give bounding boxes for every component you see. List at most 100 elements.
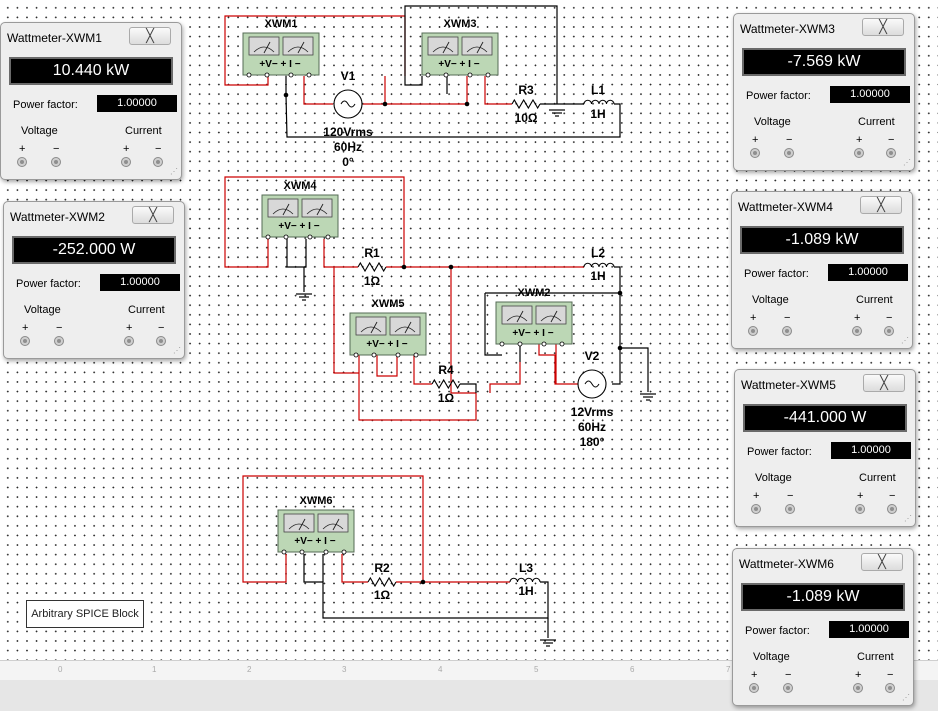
meter-terminal-labels: +V− + I − xyxy=(294,536,335,547)
ruler-tick: 2 xyxy=(247,665,252,674)
wattmeter-window-xwm4[interactable]: Wattmeter-XWM4 ╳ -1.089 kW Power factor:… xyxy=(731,191,913,349)
power-factor-label: Power factor: xyxy=(16,278,81,290)
source-name: V1 xyxy=(341,69,356,83)
voltage-plus-terminal[interactable] xyxy=(750,148,760,158)
current-plus-terminal[interactable] xyxy=(852,326,862,336)
window-title: Wattmeter-XWM6 xyxy=(739,557,834,571)
current-minus-terminal[interactable] xyxy=(153,157,163,167)
meter-pin xyxy=(283,234,289,240)
wattmeter-window-xwm3[interactable]: Wattmeter-XWM3 ╳ -7.569 kW Power factor:… xyxy=(733,13,915,171)
wire-black xyxy=(620,347,649,392)
resize-grip-icon[interactable]: ⋰ xyxy=(170,167,178,176)
wattmeter-window-xwm6[interactable]: Wattmeter-XWM6 ╳ -1.089 kW Power factor:… xyxy=(732,548,914,706)
current-plus-terminal[interactable] xyxy=(121,157,131,167)
close-button[interactable]: ╳ xyxy=(132,206,174,224)
voltage-minus-terminal[interactable] xyxy=(782,326,792,336)
voltage-plus-sign: + xyxy=(752,134,759,146)
current-plus-sign: + xyxy=(857,490,864,502)
power-readout: -7.569 kW xyxy=(742,48,906,76)
voltage-minus-terminal[interactable] xyxy=(54,336,64,346)
power-readout: -252.000 W xyxy=(12,236,176,264)
resistor-name: R1 xyxy=(364,246,380,260)
resize-grip-icon[interactable]: ⋰ xyxy=(902,693,910,702)
wattmeter-window-xwm2[interactable]: Wattmeter-XWM2 ╳ -252.000 W Power factor… xyxy=(3,201,185,359)
voltage-minus-sign: − xyxy=(787,490,794,502)
wire-black xyxy=(286,239,305,292)
source-phase: 0° xyxy=(342,155,354,169)
meter-pin xyxy=(306,72,312,78)
voltage-plus-terminal[interactable] xyxy=(17,157,27,167)
inductor-value: 1H xyxy=(518,584,533,598)
inductor-symbol xyxy=(583,99,615,105)
meter-pin xyxy=(353,352,359,358)
voltage-plus-terminal[interactable] xyxy=(749,683,759,693)
ruler-tick: 6 xyxy=(630,665,635,674)
resistor-name: R3 xyxy=(518,83,534,97)
inductor-symbol xyxy=(583,262,615,268)
close-button[interactable]: ╳ xyxy=(860,196,902,214)
meter-pin xyxy=(395,352,401,358)
meter-terminal-labels: +V− + I − xyxy=(438,59,479,70)
voltage-label: Voltage xyxy=(21,125,58,137)
voltage-plus-terminal[interactable] xyxy=(748,326,758,336)
spice-block[interactable]: Arbitrary SPICE Block xyxy=(26,600,144,628)
voltage-minus-terminal[interactable] xyxy=(51,157,61,167)
wire-red xyxy=(303,76,333,105)
current-plus-terminal[interactable] xyxy=(855,504,865,514)
voltage-plus-sign: + xyxy=(750,312,757,324)
current-minus-terminal[interactable] xyxy=(887,504,897,514)
meter-pin xyxy=(325,234,331,240)
voltage-minus-terminal[interactable] xyxy=(784,148,794,158)
junction-dot xyxy=(283,92,289,98)
power-factor-value: 1.00000 xyxy=(830,86,910,103)
meter-terminal-labels: +V− + I − xyxy=(259,59,300,70)
meter-pin xyxy=(341,549,347,555)
resize-grip-icon[interactable]: ⋰ xyxy=(904,514,912,523)
inductor-symbol xyxy=(509,577,541,583)
close-button[interactable]: ╳ xyxy=(129,27,171,45)
current-minus-terminal[interactable] xyxy=(886,148,896,158)
resistor-name: R4 xyxy=(438,363,454,377)
inductor-name: L3 xyxy=(519,561,533,575)
current-minus-sign: − xyxy=(887,669,894,681)
power-factor-value: 1.00000 xyxy=(829,621,909,638)
voltage-minus-sign: − xyxy=(53,143,60,155)
wattmeter-window-xwm5[interactable]: Wattmeter-XWM5 ╳ -441.000 W Power factor… xyxy=(734,369,916,527)
current-plus-terminal[interactable] xyxy=(124,336,134,346)
voltage-label: Voltage xyxy=(755,472,792,484)
current-minus-sign: − xyxy=(155,143,162,155)
wire-black xyxy=(612,266,621,385)
resize-grip-icon[interactable]: ⋰ xyxy=(173,346,181,355)
voltage-minus-terminal[interactable] xyxy=(785,504,795,514)
meter-pin xyxy=(246,72,252,78)
resize-grip-icon[interactable]: ⋰ xyxy=(903,158,911,167)
ruler-tick: 5 xyxy=(534,665,539,674)
resize-grip-icon[interactable]: ⋰ xyxy=(901,336,909,345)
current-plus-terminal[interactable] xyxy=(853,683,863,693)
meter-terminal-labels: +V− + I − xyxy=(366,339,407,350)
current-minus-terminal[interactable] xyxy=(884,326,894,336)
wattmeter-window-xwm1[interactable]: Wattmeter-XWM1 ╳ 10.440 kW Power factor:… xyxy=(0,22,182,180)
voltage-minus-terminal[interactable] xyxy=(783,683,793,693)
current-minus-terminal[interactable] xyxy=(156,336,166,346)
close-button[interactable]: ╳ xyxy=(861,553,903,571)
power-readout: -1.089 kW xyxy=(740,226,904,254)
junction-dot xyxy=(617,290,623,296)
current-label: Current xyxy=(858,116,895,128)
resistor-symbol xyxy=(357,261,387,273)
voltage-plus-sign: + xyxy=(22,322,29,334)
inductor-name: L1 xyxy=(591,83,605,97)
close-button[interactable]: ╳ xyxy=(862,18,904,36)
current-plus-terminal[interactable] xyxy=(854,148,864,158)
ruler-tick: 4 xyxy=(438,665,443,674)
voltage-plus-terminal[interactable] xyxy=(751,504,761,514)
current-minus-terminal[interactable] xyxy=(885,683,895,693)
window-title: Wattmeter-XWM1 xyxy=(7,31,102,45)
voltage-plus-terminal[interactable] xyxy=(20,336,30,346)
current-minus-sign: − xyxy=(888,134,895,146)
ruler-tick: 7 xyxy=(726,665,731,674)
window-title: Wattmeter-XWM5 xyxy=(741,378,836,392)
meter-label: XWM5 xyxy=(372,298,405,310)
current-plus-sign: + xyxy=(854,312,861,324)
close-button[interactable]: ╳ xyxy=(863,374,905,392)
